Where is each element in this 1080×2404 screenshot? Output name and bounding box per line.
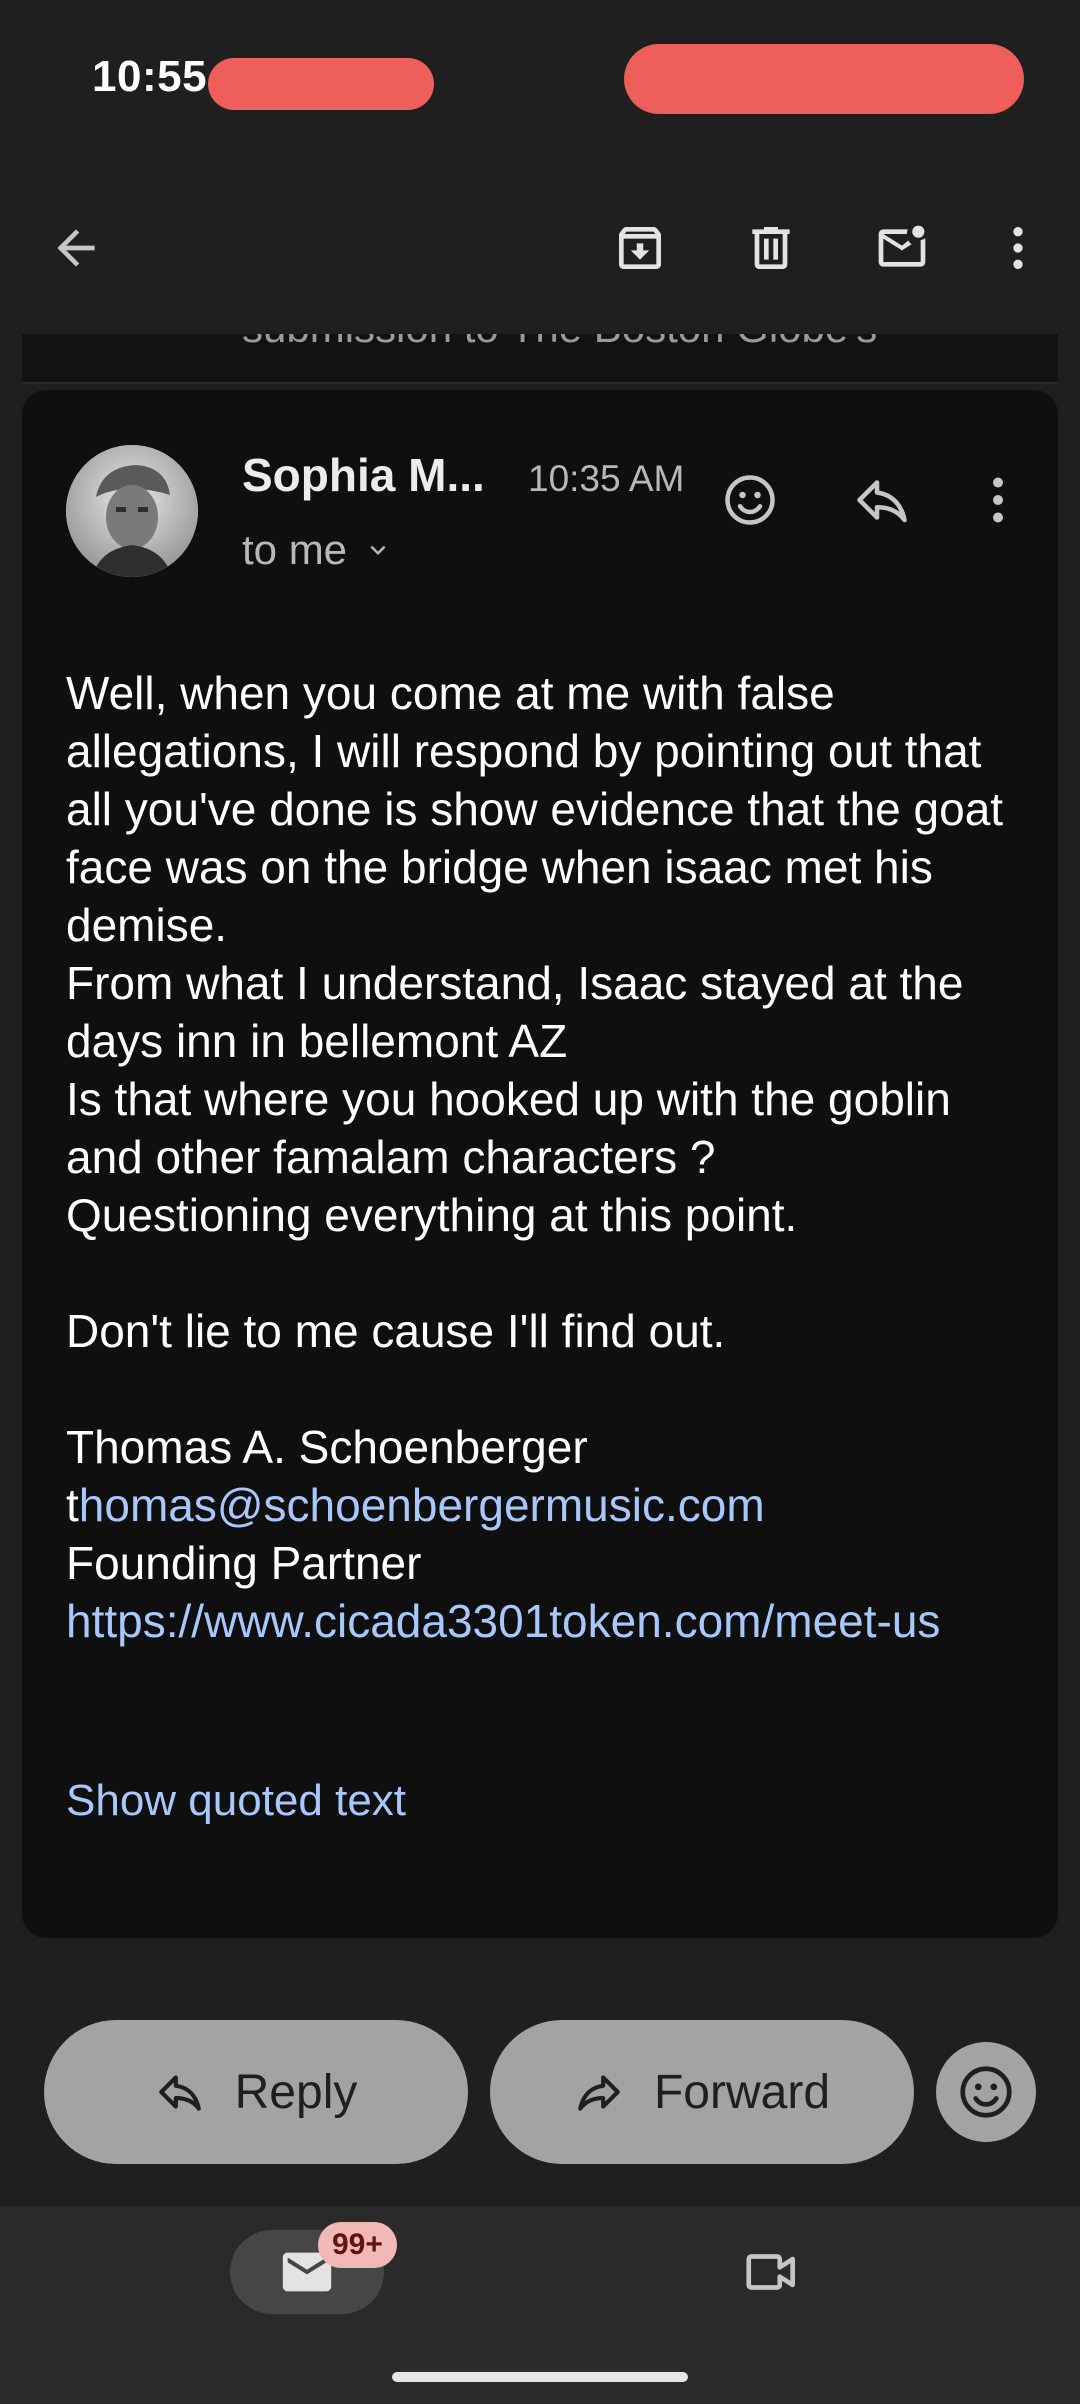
reply-icon xyxy=(158,2075,201,2111)
redaction-mark xyxy=(208,58,434,110)
more-vert-icon xyxy=(993,477,1003,523)
delete-button[interactable] xyxy=(731,208,811,288)
previous-message-card[interactable]: submission to The Boston Globe's xyxy=(22,334,1058,384)
avatar-photo xyxy=(66,445,198,577)
body-paragraph: From what I understand, Isaac stayed at … xyxy=(66,957,964,1067)
signature-name: Thomas A. Schoenberger xyxy=(66,1421,588,1473)
home-gesture-bar[interactable] xyxy=(392,2372,688,2382)
signature-email-link[interactable]: homas@schoenbergermusic.com xyxy=(79,1479,765,1531)
message-body: Well, when you come at me with false all… xyxy=(66,664,1026,1650)
previous-message-snippet: submission to The Boston Globe's xyxy=(242,334,877,352)
redaction-mark xyxy=(624,44,1024,114)
forward-button[interactable]: Forward xyxy=(490,2020,914,2164)
body-paragraph: Is that where you hooked up with the gob… xyxy=(66,1073,951,1183)
back-button[interactable] xyxy=(36,208,116,288)
status-time: 10:55 xyxy=(92,52,208,101)
signature-title: Founding Partner xyxy=(66,1537,422,1589)
archive-icon xyxy=(619,227,661,269)
emoji-reaction-button[interactable] xyxy=(936,2042,1036,2142)
reply-icon-button[interactable] xyxy=(842,460,922,540)
body-closing: Don't lie to me cause I'll find out. xyxy=(66,1305,726,1357)
emoji-icon xyxy=(960,2066,1012,2118)
sender-name[interactable]: Sophia M... xyxy=(242,448,485,502)
reply-icon xyxy=(857,480,907,523)
reply-button[interactable]: Reply xyxy=(44,2020,468,2164)
more-vert-icon xyxy=(1013,227,1023,269)
signature-url-link[interactable]: https://www.cicada3301token.com/meet-us xyxy=(66,1592,1026,1650)
recipient-label: to me xyxy=(242,526,348,573)
body-paragraph: Questioning everything at this point. xyxy=(66,1189,798,1241)
meet-tab[interactable] xyxy=(730,2230,814,2314)
signature-email: thomas@schoenbergermusic.com xyxy=(66,1476,1026,1534)
emoji-icon xyxy=(725,475,775,525)
archive-button[interactable] xyxy=(600,208,680,288)
arrow-left-icon xyxy=(57,229,95,267)
forward-button-label: Forward xyxy=(653,2065,831,2119)
signature-email-prefix: t xyxy=(66,1479,79,1531)
body-paragraph: Well, when you come at me with false all… xyxy=(66,667,1004,951)
chevron-down-icon xyxy=(370,545,386,555)
show-quoted-text-link[interactable]: Show quoted text xyxy=(66,1776,406,1826)
video-camera-icon xyxy=(746,2254,795,2290)
react-emoji-button[interactable] xyxy=(710,460,790,540)
mail-unread-icon xyxy=(878,225,926,267)
recipient-details[interactable]: to me xyxy=(242,526,393,574)
trash-icon xyxy=(752,227,790,269)
unread-count-badge: 99+ xyxy=(318,2222,397,2268)
message-time: 10:35 AM xyxy=(528,458,685,499)
message-more-button[interactable] xyxy=(958,460,1038,540)
more-options-button[interactable] xyxy=(978,208,1058,288)
mark-unread-button[interactable] xyxy=(862,208,942,288)
reply-button-label: Reply xyxy=(234,2065,358,2119)
forward-icon xyxy=(578,2075,620,2111)
avatar[interactable] xyxy=(66,445,198,577)
